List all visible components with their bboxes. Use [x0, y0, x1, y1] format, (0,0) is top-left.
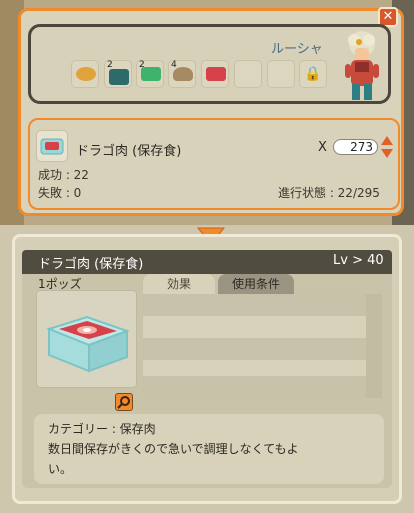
result-item-icon	[36, 130, 68, 162]
lock-icon: 🔒	[304, 66, 322, 82]
item-image	[36, 290, 137, 388]
tab-effect[interactable]: 効果	[143, 274, 215, 294]
level-requirement: Lv > 40	[333, 253, 384, 268]
ingredient-slot[interactable]: 2	[104, 60, 132, 88]
quantity-stepper[interactable]	[381, 136, 393, 158]
scrollbar[interactable]	[366, 294, 382, 398]
item-description-cont: い。	[48, 462, 73, 476]
ingredient-slot[interactable]: 2	[136, 60, 164, 88]
empty-slot[interactable]	[234, 60, 262, 88]
empty-slot[interactable]	[267, 60, 295, 88]
locked-slot: 🔒	[299, 60, 327, 88]
success-count: 成功 : 22	[38, 168, 89, 182]
ingredient-slot[interactable]: 4	[168, 60, 196, 88]
close-icon: ✕	[382, 9, 394, 24]
ingredient-icon	[173, 67, 193, 81]
tab-conditions[interactable]: 使用条件	[218, 274, 294, 294]
content-row	[143, 338, 366, 360]
ingredient-slot[interactable]	[201, 60, 229, 88]
item-description: 数日間保存がきくので急いで調理しなくてもよ	[48, 442, 299, 456]
item-category: カテゴリー : 保存肉	[48, 422, 156, 436]
detail-title: ドラゴ肉 (保存食)	[38, 257, 144, 272]
ingredient-icon	[206, 67, 226, 81]
progress-status: 進行状態 : 22/295	[278, 186, 380, 200]
npc-avatar	[345, 31, 379, 100]
ingredient-icon	[76, 67, 96, 81]
quantity-input[interactable]	[333, 139, 378, 155]
npc-name: ルーシャ	[271, 42, 323, 57]
craft-item-name: ドラゴ肉 (保存食)	[76, 144, 182, 159]
ingredient-icon	[109, 69, 129, 85]
ingredient-slot[interactable]	[71, 60, 99, 88]
content-row	[143, 294, 366, 316]
quantity-label: X	[318, 140, 327, 155]
magnifier-icon	[117, 396, 130, 409]
content-row	[143, 376, 366, 398]
failure-count: 失敗 : 0	[38, 186, 82, 200]
zoom-button[interactable]	[115, 393, 133, 411]
ingredient-icon	[141, 67, 161, 81]
